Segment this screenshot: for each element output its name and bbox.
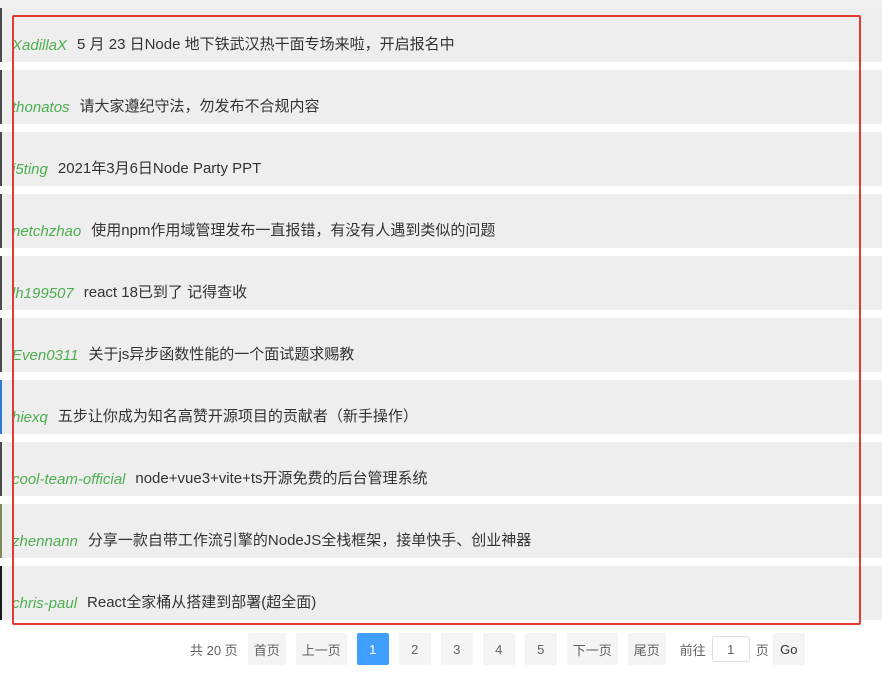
topic-row[interactable]: i5ting 2021年3月6日Node Party PPT [0, 132, 882, 186]
avatar-edge [0, 194, 2, 248]
topic-title[interactable]: 5 月 23 日Node 地下铁武汉热干面专场来啦，开启报名中 [77, 33, 455, 54]
goto-page: 前往 页 Go [680, 633, 805, 665]
pagination: 共 20 页 首页 上一页 1 2 3 4 5 下一页 尾页 前往 页 Go [190, 633, 805, 665]
topic-author[interactable]: cool-team-official [12, 471, 125, 488]
topic-content: i5ting 2021年3月6日Node Party PPT [12, 132, 261, 186]
topic-row[interactable]: lh199507 react 18已到了 记得查收 [0, 256, 882, 310]
next-page-button[interactable]: 下一页 [566, 633, 618, 665]
avatar-edge [0, 318, 2, 372]
topic-content: XadillaX 5 月 23 日Node 地下铁武汉热干面专场来啦，开启报名中 [12, 8, 455, 62]
topic-content: thonatos 请大家遵纪守法，勿发布不合规内容 [12, 70, 320, 124]
go-button[interactable]: Go [772, 633, 805, 665]
avatar-edge [0, 132, 2, 186]
topic-author[interactable]: i5ting [12, 161, 48, 178]
topic-title[interactable]: react 18已到了 记得查收 [84, 281, 247, 302]
page-button-3[interactable]: 3 [440, 633, 473, 665]
topic-author[interactable]: Even0311 [12, 347, 78, 364]
goto-page-input[interactable] [711, 636, 750, 662]
page-button-1[interactable]: 1 [356, 633, 389, 665]
topic-content: chris-paul React全家桶从搭建到部署(超全面) [12, 566, 316, 620]
topic-title[interactable]: 2021年3月6日Node Party PPT [58, 157, 261, 178]
topic-author[interactable]: lh199507 [12, 285, 74, 302]
topic-row[interactable]: zhennann 分享一款自带工作流引擎的NodeJS全栈框架，接单快手、创业神… [0, 504, 882, 558]
page-unit-label: 页 [755, 642, 769, 658]
topic-row[interactable]: cool-team-official node+vue3+vite+ts开源免费… [0, 442, 882, 496]
pagination-total: 共 20 页 [190, 642, 238, 658]
topic-title[interactable]: 五步让你成为知名高赞开源项目的贡献者（新手操作） [58, 405, 418, 426]
topic-row[interactable]: netchzhao 使用npm作用域管理发布一直报错，有没有人遇到类似的问题 [0, 194, 882, 248]
first-page-button[interactable]: 首页 [247, 633, 286, 665]
topic-content: hiexq 五步让你成为知名高赞开源项目的贡献者（新手操作） [12, 380, 418, 434]
topic-row[interactable]: hiexq 五步让你成为知名高赞开源项目的贡献者（新手操作） [0, 380, 882, 434]
topic-content: zhennann 分享一款自带工作流引擎的NodeJS全栈框架，接单快手、创业神… [12, 504, 531, 558]
topic-author[interactable]: XadillaX [12, 37, 67, 54]
topic-content: lh199507 react 18已到了 记得查收 [12, 256, 247, 310]
page-button-2[interactable]: 2 [398, 633, 431, 665]
topic-row[interactable]: XadillaX 5 月 23 日Node 地下铁武汉热干面专场来啦，开启报名中 [0, 8, 882, 62]
topic-author[interactable]: hiexq [12, 409, 48, 426]
page-button-4[interactable]: 4 [482, 633, 515, 665]
avatar-edge [0, 566, 2, 620]
topic-content: Even0311 关于js异步函数性能的一个面试题求赐教 [12, 318, 354, 372]
last-page-button[interactable]: 尾页 [627, 633, 666, 665]
topic-title[interactable]: node+vue3+vite+ts开源免费的后台管理系统 [135, 467, 427, 488]
topic-title[interactable]: 请大家遵纪守法，勿发布不合规内容 [80, 95, 320, 116]
topic-title[interactable]: 分享一款自带工作流引擎的NodeJS全栈框架，接单快手、创业神器 [88, 529, 531, 550]
topic-row[interactable]: chris-paul React全家桶从搭建到部署(超全面) [0, 566, 882, 620]
avatar-edge [0, 504, 2, 558]
topic-title[interactable]: React全家桶从搭建到部署(超全面) [87, 591, 316, 612]
topic-row[interactable]: thonatos 请大家遵纪守法，勿发布不合规内容 [0, 70, 882, 124]
topic-author[interactable]: zhennann [12, 533, 78, 550]
avatar-edge [0, 70, 2, 124]
topic-author[interactable]: netchzhao [12, 223, 81, 240]
topic-author[interactable]: thonatos [12, 99, 70, 116]
topic-list: XadillaX 5 月 23 日Node 地下铁武汉热干面专场来啦，开启报名中… [0, 8, 882, 628]
topic-content: netchzhao 使用npm作用域管理发布一直报错，有没有人遇到类似的问题 [12, 194, 495, 248]
topic-title[interactable]: 使用npm作用域管理发布一直报错，有没有人遇到类似的问题 [91, 219, 495, 240]
prev-page-button[interactable]: 上一页 [295, 633, 347, 665]
avatar-edge [0, 380, 2, 434]
avatar-edge [0, 256, 2, 310]
avatar-edge [0, 8, 2, 62]
topic-title[interactable]: 关于js异步函数性能的一个面试题求赐教 [88, 343, 354, 364]
goto-label: 前往 [679, 642, 706, 658]
topic-content: cool-team-official node+vue3+vite+ts开源免费… [12, 442, 428, 496]
page-button-5[interactable]: 5 [524, 633, 557, 665]
topic-author[interactable]: chris-paul [12, 595, 77, 612]
avatar-edge [0, 442, 2, 496]
topic-row[interactable]: Even0311 关于js异步函数性能的一个面试题求赐教 [0, 318, 882, 372]
